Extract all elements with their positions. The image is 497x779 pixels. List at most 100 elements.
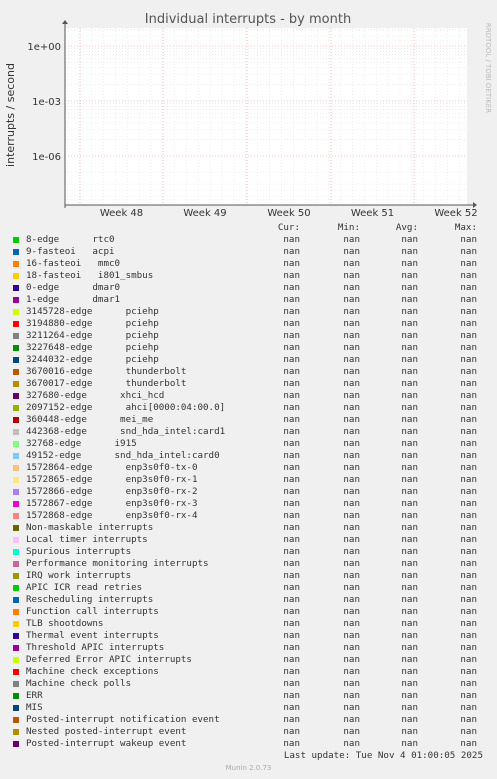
legend-item-min: nan <box>343 366 360 377</box>
legend-item-name: 1572868-edge enp3s0f0-rx-4 <box>26 510 198 521</box>
y-tick-label: 1e+00 <box>27 42 61 53</box>
x-tick-label: Week 50 <box>267 208 310 219</box>
legend-item-cur: nan <box>283 678 300 689</box>
legend-item-min: nan <box>343 582 360 593</box>
legend-item-min: nan <box>343 438 360 449</box>
legend-item-min: nan <box>343 522 360 533</box>
legend-item-cur: nan <box>283 606 300 617</box>
legend-item-max: nan <box>460 570 477 581</box>
legend-item: 3194880-edge pciehp nan nan nan nan <box>0 318 497 330</box>
legend-item: Nested posted-interrupt event nan nan nan na… <box>0 726 497 738</box>
legend-item: 3145728-edge pciehp nan nan nan nan <box>0 306 497 318</box>
x-tick-label: Week 52 <box>434 208 477 219</box>
legend-swatch <box>13 633 19 639</box>
legend-item-cur: nan <box>283 414 300 425</box>
y-tick-label: 1e-03 <box>32 97 61 108</box>
legend-swatch <box>13 573 19 579</box>
legend-item: Machine check polls nan nan nan nan <box>0 678 497 690</box>
legend-item-max: nan <box>460 558 477 569</box>
legend-item-avg: nan <box>401 546 418 557</box>
legend-item-cur: nan <box>283 558 300 569</box>
legend-item-avg: nan <box>401 258 418 269</box>
legend-item-name: 1572867-edge enp3s0f0-rx-3 <box>26 498 198 509</box>
legend-swatch <box>13 465 19 471</box>
legend-item-min: nan <box>343 630 360 641</box>
legend-swatch <box>13 681 19 687</box>
legend-item-max: nan <box>460 726 477 737</box>
legend-item-cur: nan <box>283 642 300 653</box>
legend-item-name: Deferred Error APIC interrupts <box>26 654 192 665</box>
legend-item: Posted-interrupt wakeup event nan nan nan na… <box>0 738 497 750</box>
legend-item: Threshold APIC interrupts nan nan nan nan <box>0 642 497 654</box>
legend-item-max: nan <box>460 738 477 749</box>
legend-swatch <box>13 561 19 567</box>
legend-item-name: Machine check polls <box>26 678 132 689</box>
legend-item-max: nan <box>460 642 477 653</box>
legend-item-max: nan <box>460 414 477 425</box>
legend-item-cur: nan <box>283 390 300 401</box>
legend-header-min: Min: <box>337 222 360 233</box>
legend-swatch <box>13 453 19 459</box>
legend-item-avg: nan <box>401 522 418 533</box>
y-tick-label: 1e-06 <box>32 152 61 163</box>
legend-item: Rescheduling interrupts nan nan nan nan <box>0 594 497 606</box>
legend-item-min: nan <box>343 558 360 569</box>
legend-item-name: 32768-edge i915 <box>26 438 137 449</box>
legend-swatch <box>13 741 19 747</box>
legend-item-min: nan <box>343 726 360 737</box>
plot-area: 1e+00 1e-03 1e-06 Week 48 Week 49 Week 50 Week… <box>27 20 478 219</box>
legend-item-avg: nan <box>401 738 418 749</box>
legend-item: MIS nan nan nan nan <box>0 702 497 714</box>
legend-item-min: nan <box>343 654 360 665</box>
legend-swatch <box>13 345 19 351</box>
legend-item-min: nan <box>343 450 360 461</box>
legend-item-max: nan <box>460 654 477 665</box>
x-tick-label: Week 51 <box>351 208 394 219</box>
legend-item-name: 1572866-edge enp3s0f0-rx-2 <box>26 486 198 497</box>
legend-item-cur: nan <box>283 618 300 629</box>
legend-item-avg: nan <box>401 306 418 317</box>
legend-item-name: 1572865-edge enp3s0f0-rx-1 <box>26 474 198 485</box>
legend-item-min: nan <box>343 642 360 653</box>
legend-item-name: 3227648-edge pciehp <box>26 342 159 353</box>
legend-item-max: nan <box>460 234 477 245</box>
legend-item-min: nan <box>343 606 360 617</box>
legend-swatch <box>13 357 19 363</box>
legend-item: 3670016-edge thunderbolt nan nan nan nan <box>0 366 497 378</box>
legend-item-min: nan <box>343 246 360 257</box>
legend-item-min: nan <box>343 594 360 605</box>
legend-item-name: 3670017-edge thunderbolt <box>26 378 187 389</box>
legend-swatch <box>13 237 19 243</box>
legend-item-max: nan <box>460 294 477 305</box>
legend-item-cur: nan <box>283 654 300 665</box>
legend-item-name: 3145728-edge pciehp <box>26 306 159 317</box>
legend-item-max: nan <box>460 462 477 473</box>
legend-swatch <box>13 393 19 399</box>
x-tick-label: Week 48 <box>100 208 143 219</box>
legend-item-cur: nan <box>283 342 300 353</box>
legend-item: 1572866-edge enp3s0f0-rx-2 nan nan nan nan <box>0 486 497 498</box>
legend-item-cur: nan <box>283 594 300 605</box>
legend-swatch <box>13 405 19 411</box>
legend-swatch <box>13 369 19 375</box>
legend-item-cur: nan <box>283 426 300 437</box>
legend-swatch <box>13 297 19 303</box>
y-axis-arrow <box>62 20 68 24</box>
legend-item-avg: nan <box>401 294 418 305</box>
legend-item-name: Function call interrupts <box>26 606 159 617</box>
legend-item-cur: nan <box>283 534 300 545</box>
legend-swatch <box>13 513 19 519</box>
legend-item-cur: nan <box>283 486 300 497</box>
legend-item-cur: nan <box>283 510 300 521</box>
legend-item-max: nan <box>460 426 477 437</box>
legend-item-name: 2097152-edge ahci[0000:04:00.0] <box>26 402 226 413</box>
legend-item: TLB shootdowns nan nan nan nan <box>0 618 497 630</box>
legend-item-min: nan <box>343 666 360 677</box>
legend-item: Local timer interrupts nan nan nan nan <box>0 534 497 546</box>
legend-item-avg: nan <box>401 726 418 737</box>
legend-item-min: nan <box>343 462 360 473</box>
legend-swatch <box>13 285 19 291</box>
legend-item-max: nan <box>460 702 477 713</box>
legend-item-avg: nan <box>401 330 418 341</box>
legend-item-max: nan <box>460 534 477 545</box>
